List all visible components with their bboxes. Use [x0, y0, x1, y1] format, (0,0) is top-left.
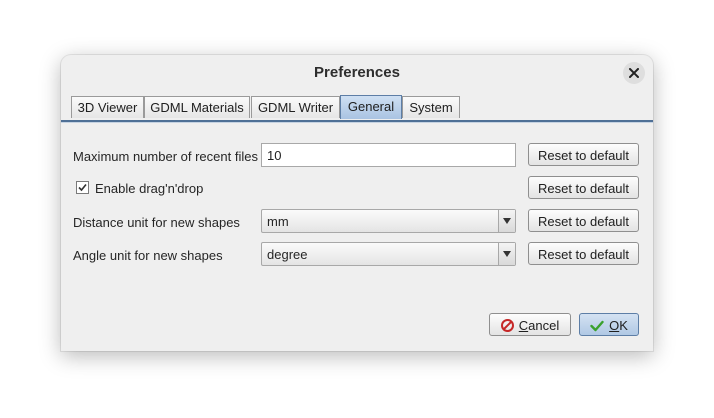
reset-angle-unit-button[interactable]: Reset to default — [528, 242, 639, 265]
cancel-icon — [500, 319, 514, 333]
dialog-title: Preferences — [314, 64, 400, 81]
ok-label: K — [619, 318, 628, 333]
ok-mnemonic: O — [609, 318, 620, 333]
recent-files-input[interactable] — [261, 143, 516, 167]
tab-general[interactable]: General — [340, 95, 402, 119]
angle-unit-label: Angle unit for new shapes — [73, 248, 223, 263]
tab-3d-viewer[interactable]: 3D Viewer — [71, 96, 144, 118]
distance-unit-dropdown-button[interactable] — [498, 210, 515, 232]
close-button[interactable] — [623, 62, 645, 84]
reset-distance-unit-button[interactable]: Reset to default — [528, 209, 639, 232]
checkmark-icon — [590, 320, 604, 331]
angle-unit-dropdown-button[interactable] — [498, 243, 515, 265]
checkmark-icon — [78, 183, 87, 192]
recent-files-label: Maximum number of recent files — [73, 149, 258, 164]
distance-unit-label: Distance unit for new shapes — [73, 215, 240, 230]
cancel-mnemonic: C — [518, 318, 529, 333]
preferences-dialog: Preferences 3D Viewer GDML Materials GDM… — [61, 55, 653, 351]
tab-divider-highlight — [61, 122, 653, 123]
title-bar[interactable]: Preferences — [61, 55, 653, 91]
tab-gdml-writer[interactable]: GDML Writer — [251, 96, 340, 118]
cancel-button[interactable]: Cancel — [489, 313, 571, 336]
tab-system[interactable]: System — [402, 96, 460, 118]
triangle-down-icon — [503, 251, 511, 257]
distance-unit-select[interactable]: mm — [261, 209, 516, 233]
reset-drag-drop-button[interactable]: Reset to default — [528, 176, 639, 199]
ok-button[interactable]: OK — [579, 313, 639, 336]
angle-unit-value: degree — [267, 247, 308, 262]
drag-drop-label[interactable]: Enable drag'n'drop — [95, 181, 203, 196]
drag-drop-checkbox[interactable] — [76, 181, 89, 194]
close-icon — [629, 68, 639, 78]
tab-gdml-materials[interactable]: GDML Materials — [144, 96, 250, 118]
reset-recent-files-button[interactable]: Reset to default — [528, 143, 639, 166]
triangle-down-icon — [503, 218, 511, 224]
distance-unit-value: mm — [267, 214, 289, 229]
angle-unit-select[interactable]: degree — [261, 242, 516, 266]
cancel-label: ancel — [528, 318, 560, 333]
